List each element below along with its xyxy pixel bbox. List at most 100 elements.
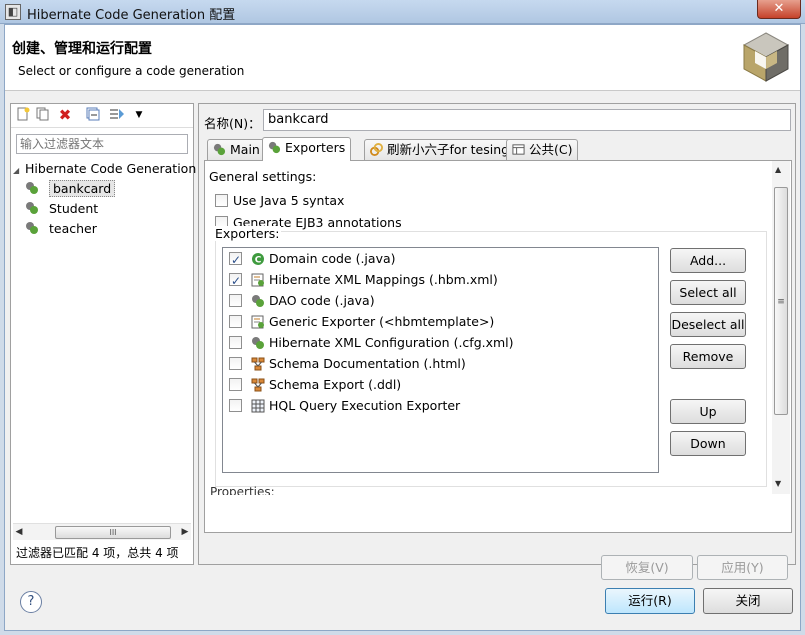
checkbox[interactable] [229, 250, 242, 270]
svg-text:C: C [255, 256, 262, 266]
exporter-label: Generic Exporter (<hbmtemplate>) [268, 314, 495, 329]
scroll-up-icon[interactable]: ▲ [775, 165, 781, 174]
tree-item-label: bankcard [48, 180, 116, 197]
tab-label: 公共(C) [529, 142, 573, 157]
scroll-down-icon[interactable]: ▼ [775, 479, 781, 488]
tree-root-hibernate-code-generation[interactable]: ◢ Hibernate Code Generation [13, 160, 196, 178]
exporter-label: Schema Export (.ddl) [268, 377, 402, 392]
common-table-icon [512, 144, 525, 155]
scroll-thumb[interactable]: III [55, 526, 171, 539]
hibernate-icon [268, 141, 281, 154]
hibernate-config-icon [26, 222, 38, 234]
config-toolbar: ✖ ▼ [11, 104, 193, 128]
exporter-schema-export[interactable]: Schema Export (.ddl) [229, 375, 401, 395]
tree-root-label: Hibernate Code Generation [24, 161, 197, 176]
window-icon: ◧ [5, 4, 21, 20]
hibernate-icon [251, 295, 264, 307]
exporter-dao-code[interactable]: DAO code (.java) [229, 291, 375, 311]
scroll-right-icon[interactable]: ▶ [179, 526, 191, 539]
hbm-mapping-icon [251, 273, 264, 287]
schema-icon [251, 378, 265, 392]
exporter-label: DAO code (.java) [268, 293, 375, 308]
remove-exporter-button[interactable]: Remove [670, 344, 746, 369]
scroll-left-icon[interactable]: ◀ [13, 526, 25, 539]
dialog-subtitle: Select or configure a code generation [18, 64, 245, 78]
view-menu-chevron-down-icon[interactable]: ▼ [131, 107, 147, 123]
tree-item-bankcard[interactable]: bankcard [25, 180, 116, 198]
exporter-label: HQL Query Execution Exporter [268, 398, 461, 413]
add-exporter-button[interactable]: Add... [670, 248, 746, 273]
deselect-all-button[interactable]: Deselect all [670, 312, 746, 337]
revert-button[interactable]: 恢复(V) [601, 555, 693, 580]
tree-item-label: teacher [48, 221, 97, 236]
collapse-all-icon[interactable] [85, 107, 101, 123]
tree-item-label: Student [48, 201, 99, 216]
tab-refresh[interactable]: 刷新小六子for tesing [364, 139, 516, 160]
hbm-mapping-icon [251, 315, 264, 329]
select-all-button[interactable]: Select all [670, 280, 746, 305]
exporter-label: Hibernate XML Configuration (.cfg.xml) [268, 335, 514, 350]
dialog-heading: 创建、管理和运行配置 [12, 41, 152, 57]
tree-item-teacher[interactable]: teacher [25, 220, 97, 238]
checkbox[interactable] [229, 336, 242, 349]
filter-status: 过滤器已匹配 4 项，总共 4 项 [16, 546, 179, 560]
window-title: Hibernate Code Generation 配置 [27, 8, 236, 23]
hibernate-logo-icon [742, 32, 790, 82]
exporter-label: Hibernate XML Mappings (.hbm.xml) [268, 272, 498, 287]
vertical-scrollbar[interactable]: ▲ ≡ ▼ [772, 161, 790, 494]
launch-config-panel: ✖ ▼ ◢ Hibernate Code Generation bankcard… [10, 103, 196, 565]
window-close-button[interactable]: ✕ [757, 0, 801, 19]
checkbox[interactable] [229, 357, 242, 370]
filter-config-icon[interactable] [109, 107, 125, 123]
exporter-hql-query[interactable]: HQL Query Execution Exporter [229, 396, 460, 416]
tab-common[interactable]: 公共(C) [506, 139, 579, 160]
close-button[interactable]: 关闭 [703, 588, 793, 614]
hibernate-icon [213, 143, 226, 156]
dialog-header: 创建、管理和运行配置 Select or configure a code ge… [5, 25, 800, 91]
tab-label: 刷新小六子for tesing [387, 142, 510, 157]
checkbox[interactable] [229, 271, 242, 291]
exporter-domain-code[interactable]: C Domain code (.java) [229, 249, 396, 270]
delete-config-icon[interactable]: ✖ [57, 107, 73, 123]
checkbox-label: Use Java 5 syntax [233, 193, 345, 208]
checkbox[interactable] [229, 399, 242, 412]
config-editor-panel: 名称(N)： bankcard Main Exporters 刷新小六子for … [198, 103, 796, 580]
name-input[interactable]: bankcard [263, 109, 791, 131]
duplicate-config-icon[interactable] [35, 107, 51, 123]
checkbox[interactable] [229, 315, 242, 328]
checkbox[interactable] [229, 378, 242, 391]
checkbox[interactable] [215, 194, 228, 207]
tree-expanded-icon: ◢ [13, 166, 20, 175]
hql-icon [251, 399, 265, 413]
new-config-icon[interactable] [15, 107, 31, 123]
use-java5-checkbox[interactable]: Use Java 5 syntax [215, 193, 344, 209]
tab-exporters[interactable]: Exporters [262, 137, 352, 161]
tree-item-student[interactable]: Student [25, 200, 98, 218]
hibernate-config-icon [26, 182, 38, 194]
exporter-hbm-xml[interactable]: Hibernate XML Mappings (.hbm.xml) [229, 270, 498, 291]
java-class-icon: C [251, 253, 264, 266]
exporter-label: Domain code (.java) [268, 251, 396, 266]
exporter-schema-doc[interactable]: Schema Documentation (.html) [229, 354, 466, 374]
exporters-tab-body: General settings: Use Java 5 syntax Gene… [204, 160, 792, 533]
filter-input[interactable] [16, 134, 188, 154]
exporter-generic[interactable]: Generic Exporter (<hbmtemplate>) [229, 312, 494, 332]
move-down-button[interactable]: Down [670, 431, 746, 456]
move-up-button[interactable]: Up [670, 399, 746, 424]
general-settings-label: General settings: [209, 169, 317, 184]
hibernate-icon [251, 337, 264, 349]
name-label: 名称(N)： [204, 116, 261, 131]
horizontal-scrollbar[interactable]: ◀ III ▶ [13, 523, 191, 540]
dialog-client: 创建、管理和运行配置 Select or configure a code ge… [4, 24, 801, 631]
title-bar: ◧ Hibernate Code Generation 配置 ✕ [0, 0, 805, 24]
scroll-thumb[interactable]: ≡ [774, 187, 788, 415]
checkbox[interactable] [229, 294, 242, 307]
schema-icon [251, 357, 265, 371]
exporter-cfg-xml[interactable]: Hibernate XML Configuration (.cfg.xml) [229, 333, 514, 353]
tab-main[interactable]: Main [207, 139, 266, 160]
tab-label: Exporters [285, 140, 346, 155]
help-icon[interactable]: ? [20, 591, 42, 613]
run-button[interactable]: 运行(R) [605, 588, 695, 614]
exporters-list: C Domain code (.java) Hibernate XML Mappi… [222, 247, 659, 473]
apply-button[interactable]: 应用(Y) [697, 555, 788, 580]
